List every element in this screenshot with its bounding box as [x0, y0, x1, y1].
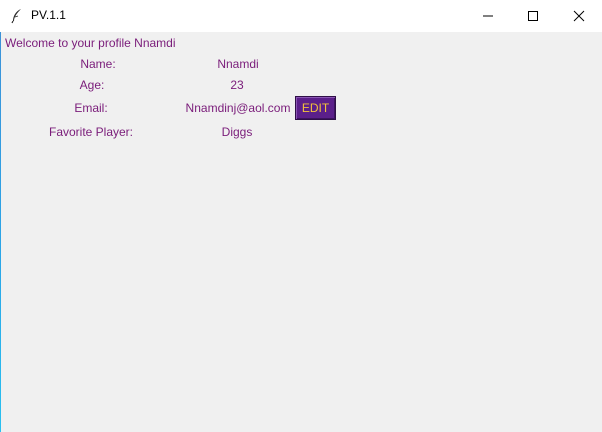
name-label: Name: [80, 57, 116, 71]
profile-panel: Welcome to your profile Nnamdi Name: Nna… [1, 32, 602, 432]
close-button[interactable] [556, 0, 602, 32]
edit-button[interactable]: EDIT [295, 96, 336, 120]
window-title: PV.1.1 [31, 8, 66, 22]
name-value: Nnamdi [217, 57, 259, 71]
minimize-button[interactable] [465, 0, 511, 32]
title-bar[interactable]: PV.1.1 [0, 0, 602, 32]
favorite-player-label: Favorite Player: [48, 125, 134, 139]
feather-icon [10, 8, 24, 24]
welcome-text: Welcome to your profile Nnamdi [5, 36, 176, 50]
email-value: Nnamdinj@aol.com [185, 101, 291, 115]
age-label: Age: [79, 78, 105, 92]
favorite-player-value: Diggs [221, 125, 253, 139]
app-window: PV.1.1 Welcome to your profile Nnamdi Na… [0, 0, 602, 432]
age-value: 23 [230, 78, 244, 92]
email-label: Email: [74, 101, 108, 115]
maximize-button[interactable] [510, 0, 556, 32]
